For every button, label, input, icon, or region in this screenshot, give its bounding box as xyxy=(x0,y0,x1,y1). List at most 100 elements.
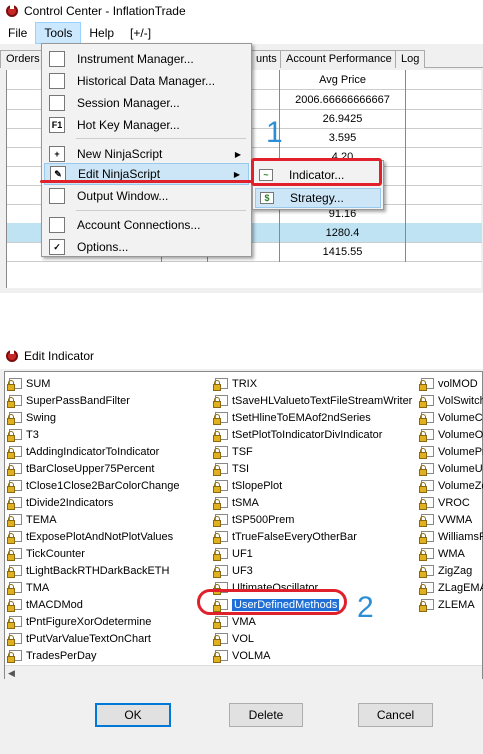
indicator-list-item[interactable]: tSlopePlot xyxy=(213,477,417,494)
indicator-list-item[interactable]: VolSwitchI xyxy=(419,392,483,409)
indicator-list-item[interactable]: WMA xyxy=(419,545,483,562)
indicator-list-item[interactable]: VolumeCou xyxy=(419,409,483,426)
indicator-list-item[interactable]: tPntFigureXorOdetermine xyxy=(7,613,207,630)
indicator-list-item[interactable]: ZLEMA xyxy=(419,596,483,613)
grid-cell-avg-price: 1415.55 xyxy=(280,242,406,262)
menu-item-instrument-manager[interactable]: Instrument Manager... xyxy=(44,48,249,70)
indicator-list-item[interactable]: tSP500Prem xyxy=(213,511,417,528)
indicator-list-item[interactable]: SUM xyxy=(7,375,207,392)
control-center-window: Control Center - InflationTrade File Too… xyxy=(0,0,483,293)
menu-item-label: Edit NinjaScript xyxy=(78,167,161,181)
menu-tools[interactable]: Tools xyxy=(35,22,82,44)
menu-item-options[interactable]: ✓ Options... xyxy=(44,236,249,258)
menu-item-account-connections[interactable]: Account Connections... xyxy=(44,214,249,236)
indicator-list-item[interactable]: TSI xyxy=(213,460,417,477)
locked-script-icon xyxy=(419,377,436,391)
locked-script-icon xyxy=(419,428,436,442)
locked-script-icon xyxy=(419,462,436,476)
indicator-list-item[interactable]: VolumeZor xyxy=(419,477,483,494)
indicator-name: tTrueFalseEveryOtherBar xyxy=(232,530,357,543)
indicator-list-item[interactable]: VolumeUp xyxy=(419,460,483,477)
indicator-list-item[interactable]: TSF xyxy=(213,443,417,460)
indicator-list-item[interactable]: tTrueFalseEveryOtherBar xyxy=(213,528,417,545)
indicator-list-item[interactable]: TRIX xyxy=(213,375,417,392)
indicator-name: VolumeOsc xyxy=(438,428,483,441)
indicator-name: tDivide2Indicators xyxy=(26,496,114,509)
menu-help[interactable]: Help xyxy=(81,22,122,44)
indicator-list-item[interactable]: ZLagEMA xyxy=(419,579,483,596)
indicator-name: VROC xyxy=(438,496,470,509)
indicator-list-item[interactable]: tSetHlineToEMAof2ndSeries xyxy=(213,409,417,426)
menu-item-label: New NinjaScript xyxy=(77,147,163,161)
monitor-icon xyxy=(49,188,65,204)
indicator-list-item[interactable]: VWMA xyxy=(419,511,483,528)
indicator-list-item[interactable]: VolumePro xyxy=(419,443,483,460)
clock-icon xyxy=(49,95,65,111)
grid-cell-avg-price: 1280.4 xyxy=(280,223,406,243)
ok-button[interactable]: OK xyxy=(95,703,171,727)
indicator-name: tSMA xyxy=(232,496,259,509)
indicator-list-item[interactable]: UF3 xyxy=(213,562,417,579)
tab-account-performance[interactable]: Account Performance xyxy=(280,50,398,68)
tab-orders[interactable]: Orders xyxy=(0,50,46,68)
locked-script-icon xyxy=(213,377,230,391)
indicator-list-item[interactable]: tClose1Close2BarColorChange xyxy=(7,477,207,494)
tab-log[interactable]: Log xyxy=(395,50,426,68)
indicator-name: UF1 xyxy=(232,547,253,560)
indicator-name: TickCounter xyxy=(26,547,85,560)
indicator-list-item[interactable]: SuperPassBandFilter xyxy=(7,392,207,409)
locked-script-icon xyxy=(7,479,24,493)
dialog-button-row: OK Delete Cancel xyxy=(0,703,483,727)
indicator-list-item[interactable]: volMOD xyxy=(419,375,483,392)
strategy-icon: $ xyxy=(260,192,274,204)
indicator-list-item[interactable]: VOL xyxy=(213,630,417,647)
indicator-list-item[interactable]: VROC xyxy=(419,494,483,511)
menu-item-hot-key-manager[interactable]: F1 Hot Key Manager... xyxy=(44,114,249,136)
column-header-avg-price[interactable]: Avg Price xyxy=(280,70,406,90)
indicator-list-item[interactable]: VMA xyxy=(213,613,417,630)
indicator-list-item[interactable]: TEMA xyxy=(7,511,207,528)
delete-button[interactable]: Delete xyxy=(229,703,303,727)
scroll-left-icon[interactable]: ◀ xyxy=(8,668,15,679)
indicator-list-item[interactable]: VolumeOsc xyxy=(419,426,483,443)
indicator-list-item[interactable]: ZigZag xyxy=(419,562,483,579)
indicator-list-item[interactable]: Swing xyxy=(7,409,207,426)
indicator-list-item[interactable]: TMA xyxy=(7,579,207,596)
menu-item-label: Options... xyxy=(77,240,129,254)
hotkey-icon: F1 xyxy=(49,117,65,133)
cancel-button[interactable]: Cancel xyxy=(358,703,433,727)
horizontal-scrollbar[interactable]: ◀ xyxy=(5,665,482,680)
indicator-list-item[interactable]: tPutVarValueTextOnChart xyxy=(7,630,207,647)
indicator-name: VOLMA xyxy=(232,649,271,662)
indicator-list-item[interactable]: UF1 xyxy=(213,545,417,562)
indicator-list-item[interactable]: tExposePlotAndNotPlotValues xyxy=(7,528,207,545)
menu-item-session-manager[interactable]: Session Manager... xyxy=(44,92,249,114)
locked-script-icon xyxy=(7,598,24,612)
submenu-item-strategy[interactable]: $ Strategy... xyxy=(255,188,381,208)
indicator-name: ZLagEMA xyxy=(438,581,483,594)
menu-toggle[interactable]: [+/-] xyxy=(122,22,159,44)
indicator-list-item[interactable]: T3 xyxy=(7,426,207,443)
indicator-list-item[interactable]: tBarCloseUpper75Percent xyxy=(7,460,207,477)
indicator-list-item[interactable]: TickCounter xyxy=(7,545,207,562)
title-bar: Control Center - InflationTrade xyxy=(0,0,483,22)
indicator-list-item[interactable]: tSMA xyxy=(213,494,417,511)
menu-item-historical-data-manager[interactable]: Historical Data Manager... xyxy=(44,70,249,92)
indicator-list-item[interactable]: VOLMA xyxy=(213,647,417,664)
menu-file[interactable]: File xyxy=(0,22,35,44)
menu-item-label: Historical Data Manager... xyxy=(77,74,216,88)
menu-item-output-window[interactable]: Output Window... xyxy=(44,185,249,207)
indicator-list-item[interactable]: tLightBackRTHDarkBackETH xyxy=(7,562,207,579)
indicator-list-item[interactable]: tMACDMod xyxy=(7,596,207,613)
indicator-list-item[interactable]: TradesPerDay xyxy=(7,647,207,664)
indicator-list-item[interactable]: tSetPlotToIndicatorDivIndicator xyxy=(213,426,417,443)
locked-script-icon xyxy=(7,564,24,578)
menu-item-new-ninjascript[interactable]: + New NinjaScript ▶ xyxy=(44,143,249,165)
locked-script-icon xyxy=(7,462,24,476)
indicator-list-item[interactable]: tDivide2Indicators xyxy=(7,494,207,511)
indicator-list-item[interactable]: tSaveHLValuetoTextFileStreamWriter xyxy=(213,392,417,409)
tab-accounts[interactable]: unts xyxy=(250,50,283,68)
indicator-name: tPutVarValueTextOnChart xyxy=(26,632,151,645)
indicator-list-item[interactable]: WilliamsR xyxy=(419,528,483,545)
indicator-list-item[interactable]: tAddingIndicatorToIndicator xyxy=(7,443,207,460)
